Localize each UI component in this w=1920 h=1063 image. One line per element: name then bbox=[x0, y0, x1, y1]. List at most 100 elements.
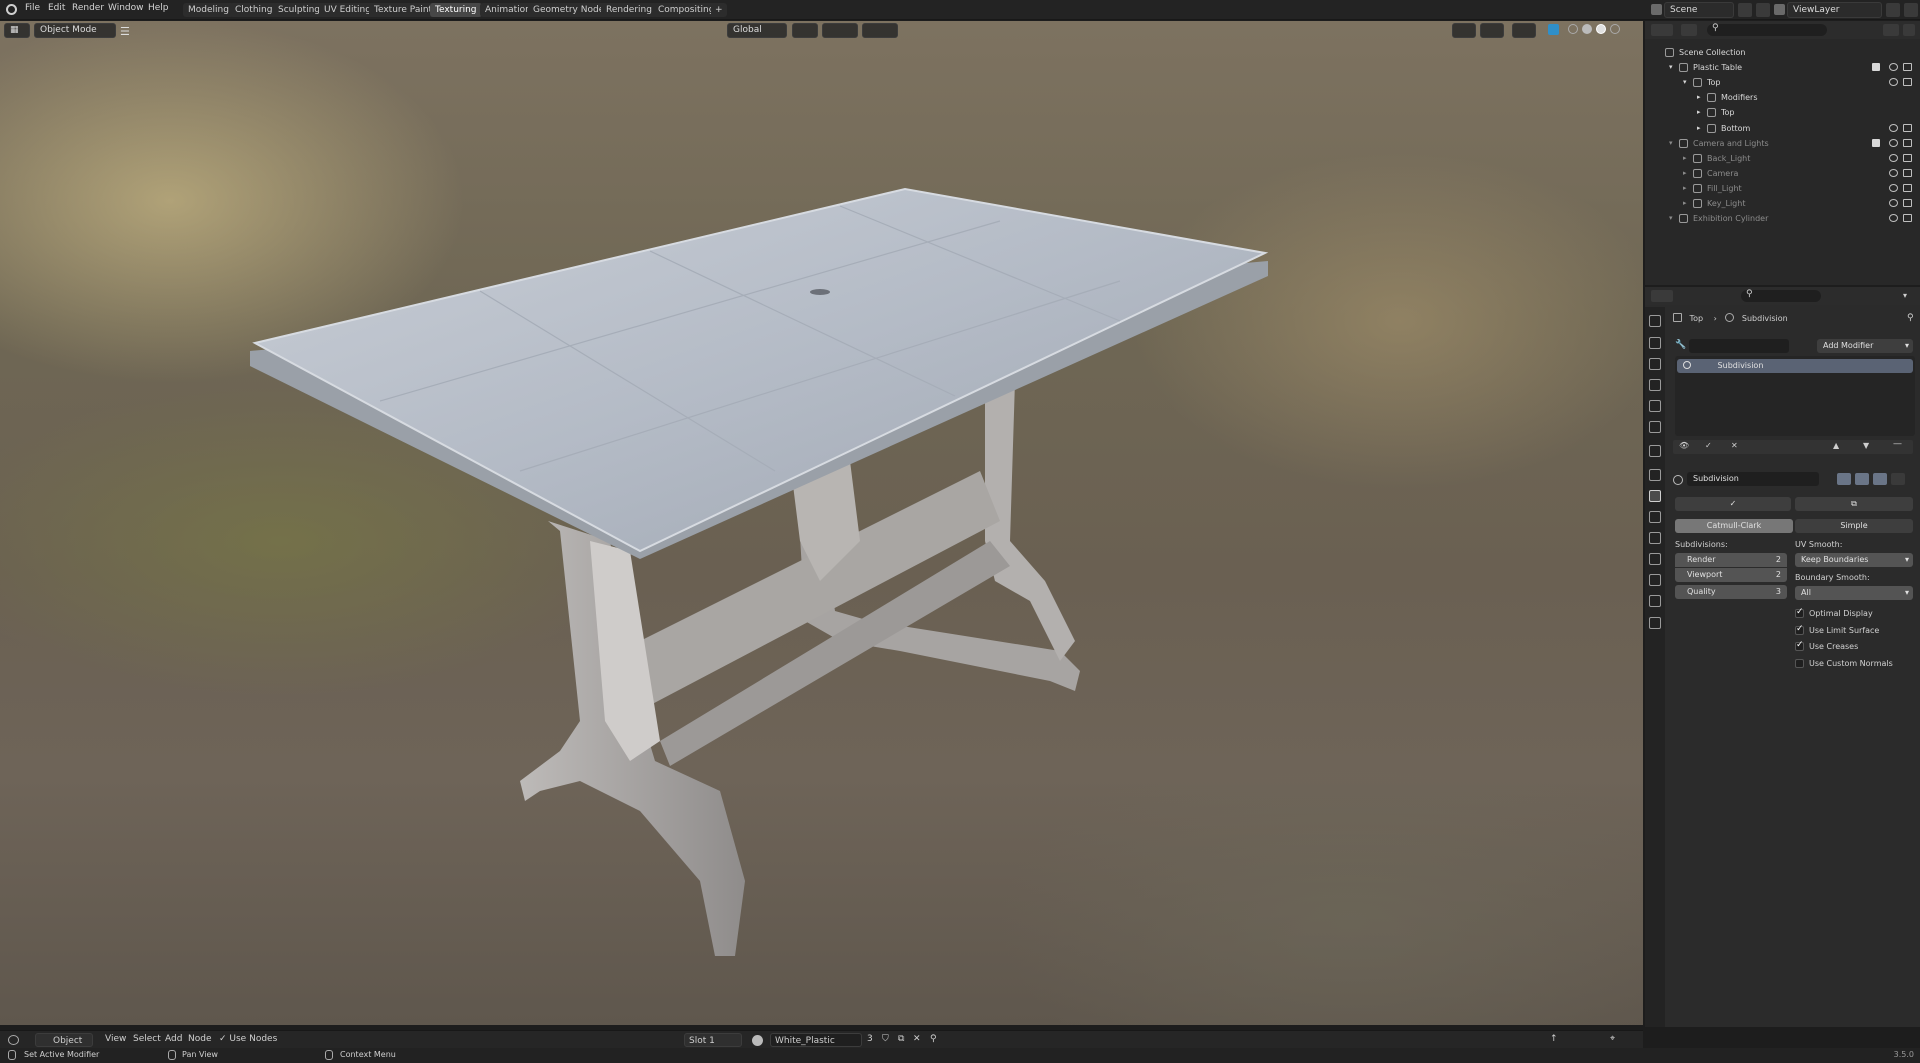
pin-icon[interactable]: ⚲ bbox=[930, 1034, 937, 1044]
object-tab-icon[interactable] bbox=[1649, 469, 1661, 481]
expand-arrow-icon[interactable]: ▸ bbox=[1697, 124, 1701, 132]
exclude-checkbox-icon[interactable] bbox=[1872, 138, 1880, 147]
quality-field[interactable]: Quality 3 bbox=[1675, 585, 1787, 599]
add-workspace-button[interactable]: + bbox=[711, 3, 727, 17]
pin-icon[interactable]: ⚲ bbox=[1907, 313, 1914, 323]
scene-tab-icon[interactable] bbox=[1649, 400, 1661, 412]
tab-sculpting[interactable]: Sculpting bbox=[273, 3, 326, 17]
outliner-row[interactable]: ▸ Back_Light bbox=[1645, 151, 1920, 166]
option-checkbox[interactable] bbox=[1795, 624, 1804, 635]
delete-scene-icon[interactable] bbox=[1756, 3, 1770, 17]
unlink-material-icon[interactable]: ✕ bbox=[913, 1034, 921, 1044]
render-camera-icon[interactable] bbox=[1903, 168, 1912, 177]
blender-logo-icon[interactable] bbox=[6, 4, 17, 15]
duplicate-material-icon[interactable]: ⧉ bbox=[898, 1034, 904, 1044]
tab-modeling[interactable]: Modeling bbox=[183, 3, 234, 17]
snap-icon[interactable]: ⌖ bbox=[1610, 1034, 1615, 1044]
eye-icon[interactable] bbox=[1889, 183, 1898, 192]
eye-icon[interactable] bbox=[1889, 168, 1898, 177]
menu-add[interactable]: Add bbox=[165, 1034, 182, 1044]
constraints-tab-icon[interactable] bbox=[1649, 553, 1661, 565]
new-collection-icon[interactable] bbox=[1903, 24, 1915, 36]
copy-modifier-button[interactable]: ⧉ bbox=[1795, 497, 1913, 511]
expand-arrow-icon[interactable]: ▸ bbox=[1683, 154, 1687, 162]
viewport-levels-field[interactable]: Viewport 2 bbox=[1675, 568, 1787, 582]
viewport-toggle-icon[interactable] bbox=[1855, 473, 1869, 485]
menu-render[interactable]: Render bbox=[72, 3, 104, 13]
modifier-enable-icon[interactable] bbox=[1683, 361, 1691, 369]
3d-viewport[interactable] bbox=[0, 21, 1643, 1025]
slot-selector[interactable]: Slot 1 bbox=[684, 1033, 742, 1047]
visibility-icon[interactable] bbox=[1452, 23, 1476, 38]
material-users-count[interactable]: 3 bbox=[867, 1034, 873, 1044]
hamburger-menu-icon[interactable]: ☰ bbox=[120, 25, 130, 38]
outliner-row[interactable]: ▸ Key_Light bbox=[1645, 196, 1920, 211]
tab-texture-paint[interactable]: Texture Paint bbox=[369, 3, 438, 17]
view-layer-tab-icon[interactable] bbox=[1649, 379, 1661, 391]
eye-icon[interactable] bbox=[1889, 63, 1898, 72]
render-tab-icon[interactable] bbox=[1649, 337, 1661, 349]
remove-icon[interactable]: ✕ bbox=[1731, 441, 1738, 450]
render-camera-icon[interactable] bbox=[1903, 153, 1912, 162]
editor-type-icon[interactable] bbox=[8, 1035, 19, 1045]
expand-arrow-icon[interactable]: ▸ bbox=[1697, 108, 1701, 116]
expand-arrow-icon[interactable]: ▾ bbox=[1669, 139, 1673, 147]
modifier-name-field[interactable]: Subdivision bbox=[1687, 472, 1819, 486]
eye-icon[interactable] bbox=[1889, 123, 1898, 132]
eye-icon[interactable]: 👁 bbox=[1679, 441, 1689, 450]
outliner-search-input[interactable]: ⚲ bbox=[1707, 23, 1827, 36]
texture-tab-icon[interactable] bbox=[1649, 617, 1661, 629]
tab-rendering[interactable]: Rendering bbox=[601, 3, 657, 17]
expand-arrow-icon[interactable]: ▾ bbox=[1669, 214, 1673, 222]
apply-modifier-button[interactable]: ✓ bbox=[1675, 497, 1791, 511]
particles-tab-icon[interactable] bbox=[1649, 511, 1661, 523]
proportional-editing-icon[interactable] bbox=[862, 23, 898, 38]
outliner-row[interactable]: ▸ Camera bbox=[1645, 166, 1920, 181]
viewlayer-field[interactable]: ViewLayer bbox=[1787, 2, 1882, 18]
new-viewlayer-icon[interactable] bbox=[1886, 3, 1900, 17]
tool-tab-icon[interactable] bbox=[1649, 315, 1661, 327]
scene-selector-icon[interactable] bbox=[1651, 4, 1662, 15]
expand-arrow-icon[interactable]: ▾ bbox=[1669, 63, 1673, 71]
physics-tab-icon[interactable] bbox=[1649, 532, 1661, 544]
menu-node[interactable]: Node bbox=[188, 1034, 212, 1044]
properties-search-input[interactable]: ⚲ bbox=[1741, 289, 1821, 302]
menu-view[interactable]: View bbox=[105, 1034, 126, 1044]
xray-toggle-icon[interactable] bbox=[1548, 24, 1559, 35]
option-checkbox[interactable] bbox=[1795, 607, 1804, 618]
edit-mode-toggle-icon[interactable] bbox=[1837, 473, 1851, 485]
use-nodes-checkbox[interactable]: ✓ Use Nodes bbox=[219, 1034, 277, 1044]
snapping-icon[interactable] bbox=[822, 23, 858, 38]
menu-select[interactable]: Select bbox=[133, 1034, 161, 1044]
tab-compositing[interactable]: Compositing bbox=[653, 3, 720, 17]
output-tab-icon[interactable] bbox=[1649, 358, 1661, 370]
render-camera-icon[interactable] bbox=[1903, 214, 1912, 223]
outliner-row[interactable]: ▾ Plastic Table bbox=[1645, 60, 1920, 75]
render-camera-icon[interactable] bbox=[1903, 78, 1912, 87]
tab-uv-editing[interactable]: UV Editing bbox=[319, 3, 376, 17]
eye-icon[interactable] bbox=[1889, 153, 1898, 162]
eye-icon[interactable] bbox=[1889, 78, 1898, 87]
material-icon[interactable] bbox=[752, 1035, 763, 1046]
pivot-point-icon[interactable] bbox=[792, 23, 818, 38]
material-preview-shading-icon[interactable] bbox=[1596, 24, 1606, 34]
delete-viewlayer-icon[interactable] bbox=[1904, 3, 1918, 17]
object-type-selector[interactable]: Object bbox=[35, 1033, 93, 1047]
render-camera-icon[interactable] bbox=[1903, 63, 1912, 72]
eye-icon[interactable] bbox=[1889, 199, 1898, 207]
overlay-icon[interactable] bbox=[1512, 23, 1536, 38]
option-checkbox[interactable] bbox=[1795, 640, 1804, 652]
rendered-shading-icon[interactable] bbox=[1610, 24, 1620, 34]
material-name-field[interactable]: White_Plastic bbox=[770, 1033, 862, 1047]
eye-icon[interactable] bbox=[1889, 214, 1898, 223]
catmull-clark-tab[interactable]: Catmull-Clark bbox=[1675, 519, 1793, 533]
modifier-list-item[interactable]: Subdivision bbox=[1677, 359, 1913, 373]
options-chevron-icon[interactable]: ▾ bbox=[1903, 291, 1907, 300]
tab-clothing[interactable]: Clothing bbox=[230, 3, 278, 17]
on-cage-toggle-icon[interactable] bbox=[1891, 473, 1905, 485]
world-tab-icon[interactable] bbox=[1649, 421, 1661, 433]
menu-edit[interactable]: Edit bbox=[48, 3, 65, 13]
material-tab-icon[interactable] bbox=[1649, 595, 1661, 607]
outliner-row[interactable]: ▾ Exhibition Cylinder bbox=[1645, 211, 1920, 226]
outliner-row[interactable]: ▾ Camera and Lights bbox=[1645, 136, 1920, 151]
